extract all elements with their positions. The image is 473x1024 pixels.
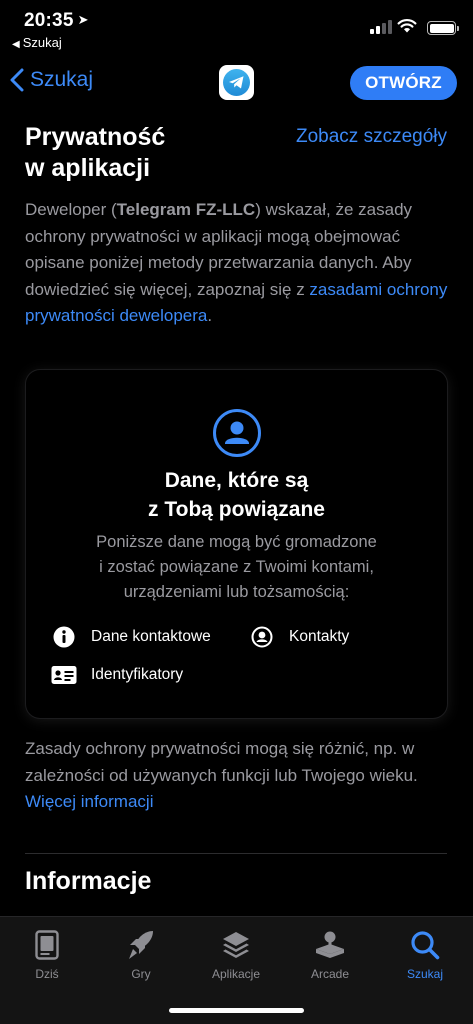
card-desc-line2: i zostać powiązane z Twoimi kontami, bbox=[99, 558, 374, 576]
card-description: Poniższe dane mogą być gromadzone i zost… bbox=[26, 530, 447, 605]
data-item-contacts: Kontakty bbox=[249, 626, 349, 648]
card-title-line2: z Tobą powiązane bbox=[148, 498, 325, 521]
tab-apps[interactable]: Aplikacje bbox=[189, 927, 283, 981]
developer-name: Telegram FZ-LLC bbox=[116, 200, 256, 219]
rocket-icon bbox=[94, 927, 188, 963]
tab-label: Szukaj bbox=[406, 967, 444, 981]
status-time: 20:35 ➤ bbox=[24, 10, 89, 32]
back-triangle-icon: ◀ bbox=[12, 39, 20, 50]
layers-icon bbox=[189, 927, 283, 963]
search-icon bbox=[378, 927, 472, 963]
open-button[interactable]: OTWÓRZ bbox=[350, 66, 457, 100]
more-info-link[interactable]: Więcej informacji bbox=[25, 792, 153, 811]
linked-data-card[interactable]: Dane, które są z Tobą powiązane Poniższe… bbox=[26, 370, 447, 718]
chevron-left-icon bbox=[10, 68, 24, 92]
section-divider bbox=[25, 853, 447, 854]
privacy-title-line2: w aplikacji bbox=[25, 154, 151, 182]
wifi-icon bbox=[397, 18, 417, 38]
data-item-identifiers: Identyfikatory bbox=[51, 664, 183, 686]
cellular-signal-icon bbox=[370, 20, 392, 34]
privacy-title: Prywatność w aplikacji bbox=[25, 122, 245, 184]
card-desc-line3: urządzeniami lub tożsamością: bbox=[123, 583, 350, 601]
tab-search[interactable]: Szukaj bbox=[378, 927, 472, 981]
privacy-intro: Deweloper (Telegram FZ-LLC) wskazał, że … bbox=[25, 197, 455, 330]
tab-arcade[interactable]: Arcade bbox=[283, 927, 377, 981]
card-desc-line1: Poniższe dane mogą być gromadzone bbox=[96, 533, 377, 551]
battery-icon bbox=[427, 21, 459, 35]
intro-prefix: Deweloper ( bbox=[25, 200, 117, 219]
joystick-icon bbox=[283, 927, 377, 963]
back-button[interactable]: Szukaj bbox=[10, 68, 93, 92]
tab-label: Dziś bbox=[35, 967, 59, 981]
data-item-label: Kontakty bbox=[289, 628, 350, 645]
tab-label: Aplikacje bbox=[211, 967, 261, 981]
today-icon bbox=[0, 927, 94, 963]
tab-label: Arcade bbox=[310, 967, 350, 981]
data-item-contact-info: Dane kontaktowe bbox=[51, 626, 211, 648]
card-title-line1: Dane, które są bbox=[164, 469, 309, 492]
data-item-label: Dane kontaktowe bbox=[91, 628, 211, 645]
back-to-app-link[interactable]: ◀ Szukaj bbox=[12, 35, 62, 50]
intro-suffix: . bbox=[207, 306, 213, 325]
person-circle-icon bbox=[213, 409, 261, 457]
nav-bar: Szukaj OTWÓRZ bbox=[0, 58, 473, 110]
id-card-icon bbox=[51, 664, 77, 686]
footnote-text: Zasady ochrony prywatności mogą się różn… bbox=[25, 739, 418, 785]
status-bar: 20:35 ➤ ◀ Szukaj bbox=[0, 0, 473, 56]
home-indicator[interactable] bbox=[169, 1008, 304, 1013]
tab-label: Gry bbox=[131, 967, 151, 981]
privacy-footnote: Zasady ochrony prywatności mogą się różn… bbox=[25, 736, 455, 816]
information-title: Informacje bbox=[25, 867, 152, 895]
tab-today[interactable]: Dziś bbox=[0, 927, 94, 981]
info-circle-icon bbox=[51, 626, 77, 648]
privacy-title-line1: Prywatność bbox=[25, 123, 166, 151]
location-arrow-icon: ➤ bbox=[77, 12, 89, 27]
card-title: Dane, które są z Tobą powiązane bbox=[26, 466, 447, 524]
back-button-label: Szukaj bbox=[30, 68, 94, 91]
person-circle-small-icon bbox=[249, 626, 275, 648]
time-text: 20:35 bbox=[24, 10, 74, 31]
back-app-label: Szukaj bbox=[22, 35, 62, 50]
see-details-link[interactable]: Zobacz szczegóły bbox=[296, 126, 447, 148]
telegram-app-icon bbox=[219, 65, 254, 100]
data-item-label: Identyfikatory bbox=[91, 666, 184, 683]
tab-games[interactable]: Gry bbox=[94, 927, 188, 981]
